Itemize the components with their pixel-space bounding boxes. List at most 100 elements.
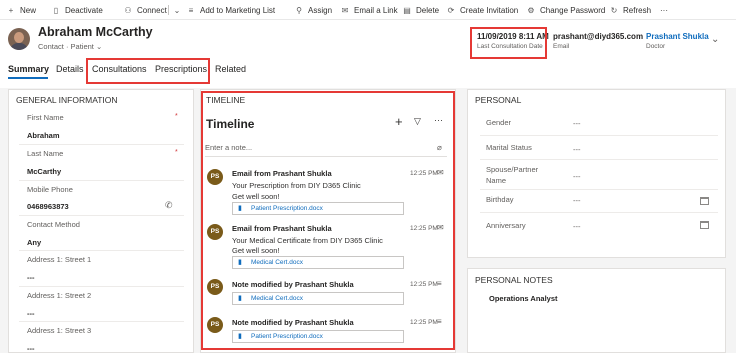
birthday-value[interactable]: --- (573, 196, 581, 205)
marital-status-value[interactable]: --- (573, 145, 581, 154)
divider (480, 135, 718, 136)
spouse-partner-name-label: Spouse/Partner Name (486, 165, 539, 185)
user-initials-avatar: PS (207, 169, 223, 185)
attachment-link[interactable]: ▮ Medical Cert.docx (232, 256, 404, 269)
timeline-section-title: TIMELINE (206, 95, 246, 105)
timeline-heading: Timeline (206, 117, 255, 131)
timeline-item-text: Get well soon! (232, 246, 280, 255)
user-initials-avatar: PS (207, 224, 223, 240)
note-input[interactable]: Enter a note... (205, 143, 447, 157)
mobile-phone-label: Mobile Phone (27, 185, 73, 194)
email-value[interactable]: prashant@diyd365.com (553, 32, 643, 41)
last-name-label: Last Name (27, 149, 64, 158)
last-name-value[interactable]: McCarthy (27, 167, 61, 176)
contact-method-value[interactable]: Any (27, 238, 41, 247)
divider (19, 286, 184, 287)
personal-notes-value[interactable]: Operations Analyst (489, 294, 558, 303)
attachment-link[interactable]: ▮ Patient Prescription.docx (232, 202, 404, 215)
first-name-label: First Name (27, 113, 64, 122)
doctor-value[interactable]: Prashant Shukla (646, 32, 709, 41)
more-commands-button[interactable]: ··· (660, 4, 668, 16)
email-label: Email (553, 43, 570, 50)
general-section-title: GENERAL INFORMATION (16, 95, 118, 105)
form-selector[interactable]: Patient (71, 42, 94, 51)
timeline-item-title[interactable]: Email from Prashant Shukla (232, 224, 332, 233)
trash-icon: ▤ (403, 5, 411, 15)
timeline-item-time: 12:25 PM (410, 170, 438, 177)
phone-icon[interactable]: ✆ (165, 200, 173, 211)
timeline-item-time: 12:25 PM (410, 225, 438, 232)
new-button[interactable]: + New (6, 4, 36, 16)
note-icon[interactable]: ≡ (437, 317, 442, 326)
marital-status-label: Marital Status (486, 143, 532, 152)
invitation-icon: ⟳ (447, 5, 455, 15)
timeline-item-title[interactable]: Note modified by Prashant Shukla (232, 280, 354, 289)
street3-value[interactable]: --- (27, 344, 35, 353)
paperclip-icon: ▮ (238, 295, 242, 302)
timeline-item-time: 12:25 PM (410, 319, 438, 326)
chevron-down-icon[interactable]: ⌄ (96, 42, 102, 51)
email-a-link-button[interactable]: ✉ Email a Link (340, 4, 398, 16)
connect-icon: ⚇ (124, 5, 132, 15)
more-icon[interactable]: ··· (434, 115, 443, 125)
divider (480, 212, 718, 213)
refresh-button[interactable]: ↻ Refresh (609, 4, 651, 16)
divider (168, 5, 169, 15)
anniversary-label: Anniversary (486, 221, 526, 230)
assign-icon: ⚲ (296, 5, 302, 15)
email-icon[interactable]: ✉ (437, 223, 444, 232)
deactivate-icon: ▯ (53, 5, 59, 15)
attachment-link[interactable]: ▮ Medical Cert.docx (232, 292, 404, 305)
deactivate-button[interactable]: ▯ Deactivate (51, 4, 103, 16)
change-password-button[interactable]: ⚙ Change Password (526, 4, 605, 16)
gender-value[interactable]: --- (573, 119, 581, 128)
timeline-item-title[interactable]: Note modified by Prashant Shukla (232, 318, 354, 327)
doctor-field: Prashant Shukla Doctor (646, 32, 709, 50)
divider (19, 180, 184, 181)
connect-dropdown-button[interactable]: ⌄ (172, 4, 186, 16)
paperclip-icon: ▮ (238, 333, 242, 340)
assign-button[interactable]: ⚲ Assign (294, 4, 332, 16)
paperclip-icon: ▮ (238, 259, 242, 266)
add-to-marketing-list-button[interactable]: ≡ Add to Marketing List (186, 4, 276, 16)
user-initials-avatar: PS (207, 317, 223, 333)
filter-icon[interactable]: ▽ (414, 116, 421, 127)
street2-value[interactable]: --- (27, 309, 35, 318)
tab-related[interactable]: Related (215, 64, 246, 74)
connect-button[interactable]: ⚇ Connect (123, 4, 166, 16)
delete-button[interactable]: ▤ Delete (402, 4, 439, 16)
street3-label: Address 1: Street 3 (27, 326, 92, 335)
active-tab-indicator (8, 77, 48, 79)
highlight-box (470, 27, 547, 59)
note-icon[interactable]: ≡ (437, 279, 442, 288)
create-invitation-button[interactable]: ⟳ Create Invitation (446, 4, 519, 16)
email-icon[interactable]: ✉ (437, 168, 444, 177)
calendar-icon[interactable] (700, 197, 709, 205)
add-icon[interactable]: + (395, 114, 403, 129)
divider (480, 189, 718, 190)
first-name-value[interactable]: Abraham (27, 131, 60, 140)
anniversary-value[interactable]: --- (573, 222, 581, 231)
attachment-link[interactable]: ▮ Patient Prescription.docx (232, 330, 404, 343)
mobile-phone-value[interactable]: 0468963873 (27, 202, 69, 211)
record-subtitle: Contact · Patient ⌄ (38, 42, 103, 51)
refresh-icon: ↻ (610, 5, 618, 15)
tab-summary[interactable]: Summary (8, 64, 49, 74)
timeline-item-title[interactable]: Email from Prashant Shukla (232, 169, 332, 178)
timeline-item-text: Your Prescription from DIY D365 Clinic (232, 181, 361, 190)
divider (19, 215, 184, 216)
tab-details[interactable]: Details (56, 64, 84, 74)
street1-value[interactable]: --- (27, 273, 35, 282)
paperclip-icon[interactable]: ⌀ (437, 143, 442, 152)
spouse-partner-name-value[interactable]: --- (573, 172, 581, 181)
paperclip-icon: ▮ (238, 205, 242, 212)
header-expand-icon[interactable]: ⌄ (711, 34, 719, 45)
chevron-down-icon: ⌄ (173, 5, 181, 15)
email-field: prashant@diyd365.com Email (553, 32, 643, 50)
add-list-icon: ≡ (188, 5, 194, 15)
birthday-label: Birthday (486, 195, 514, 204)
divider (19, 321, 184, 322)
doctor-label: Doctor (646, 43, 666, 50)
divider (480, 159, 718, 160)
calendar-icon[interactable] (700, 221, 709, 229)
